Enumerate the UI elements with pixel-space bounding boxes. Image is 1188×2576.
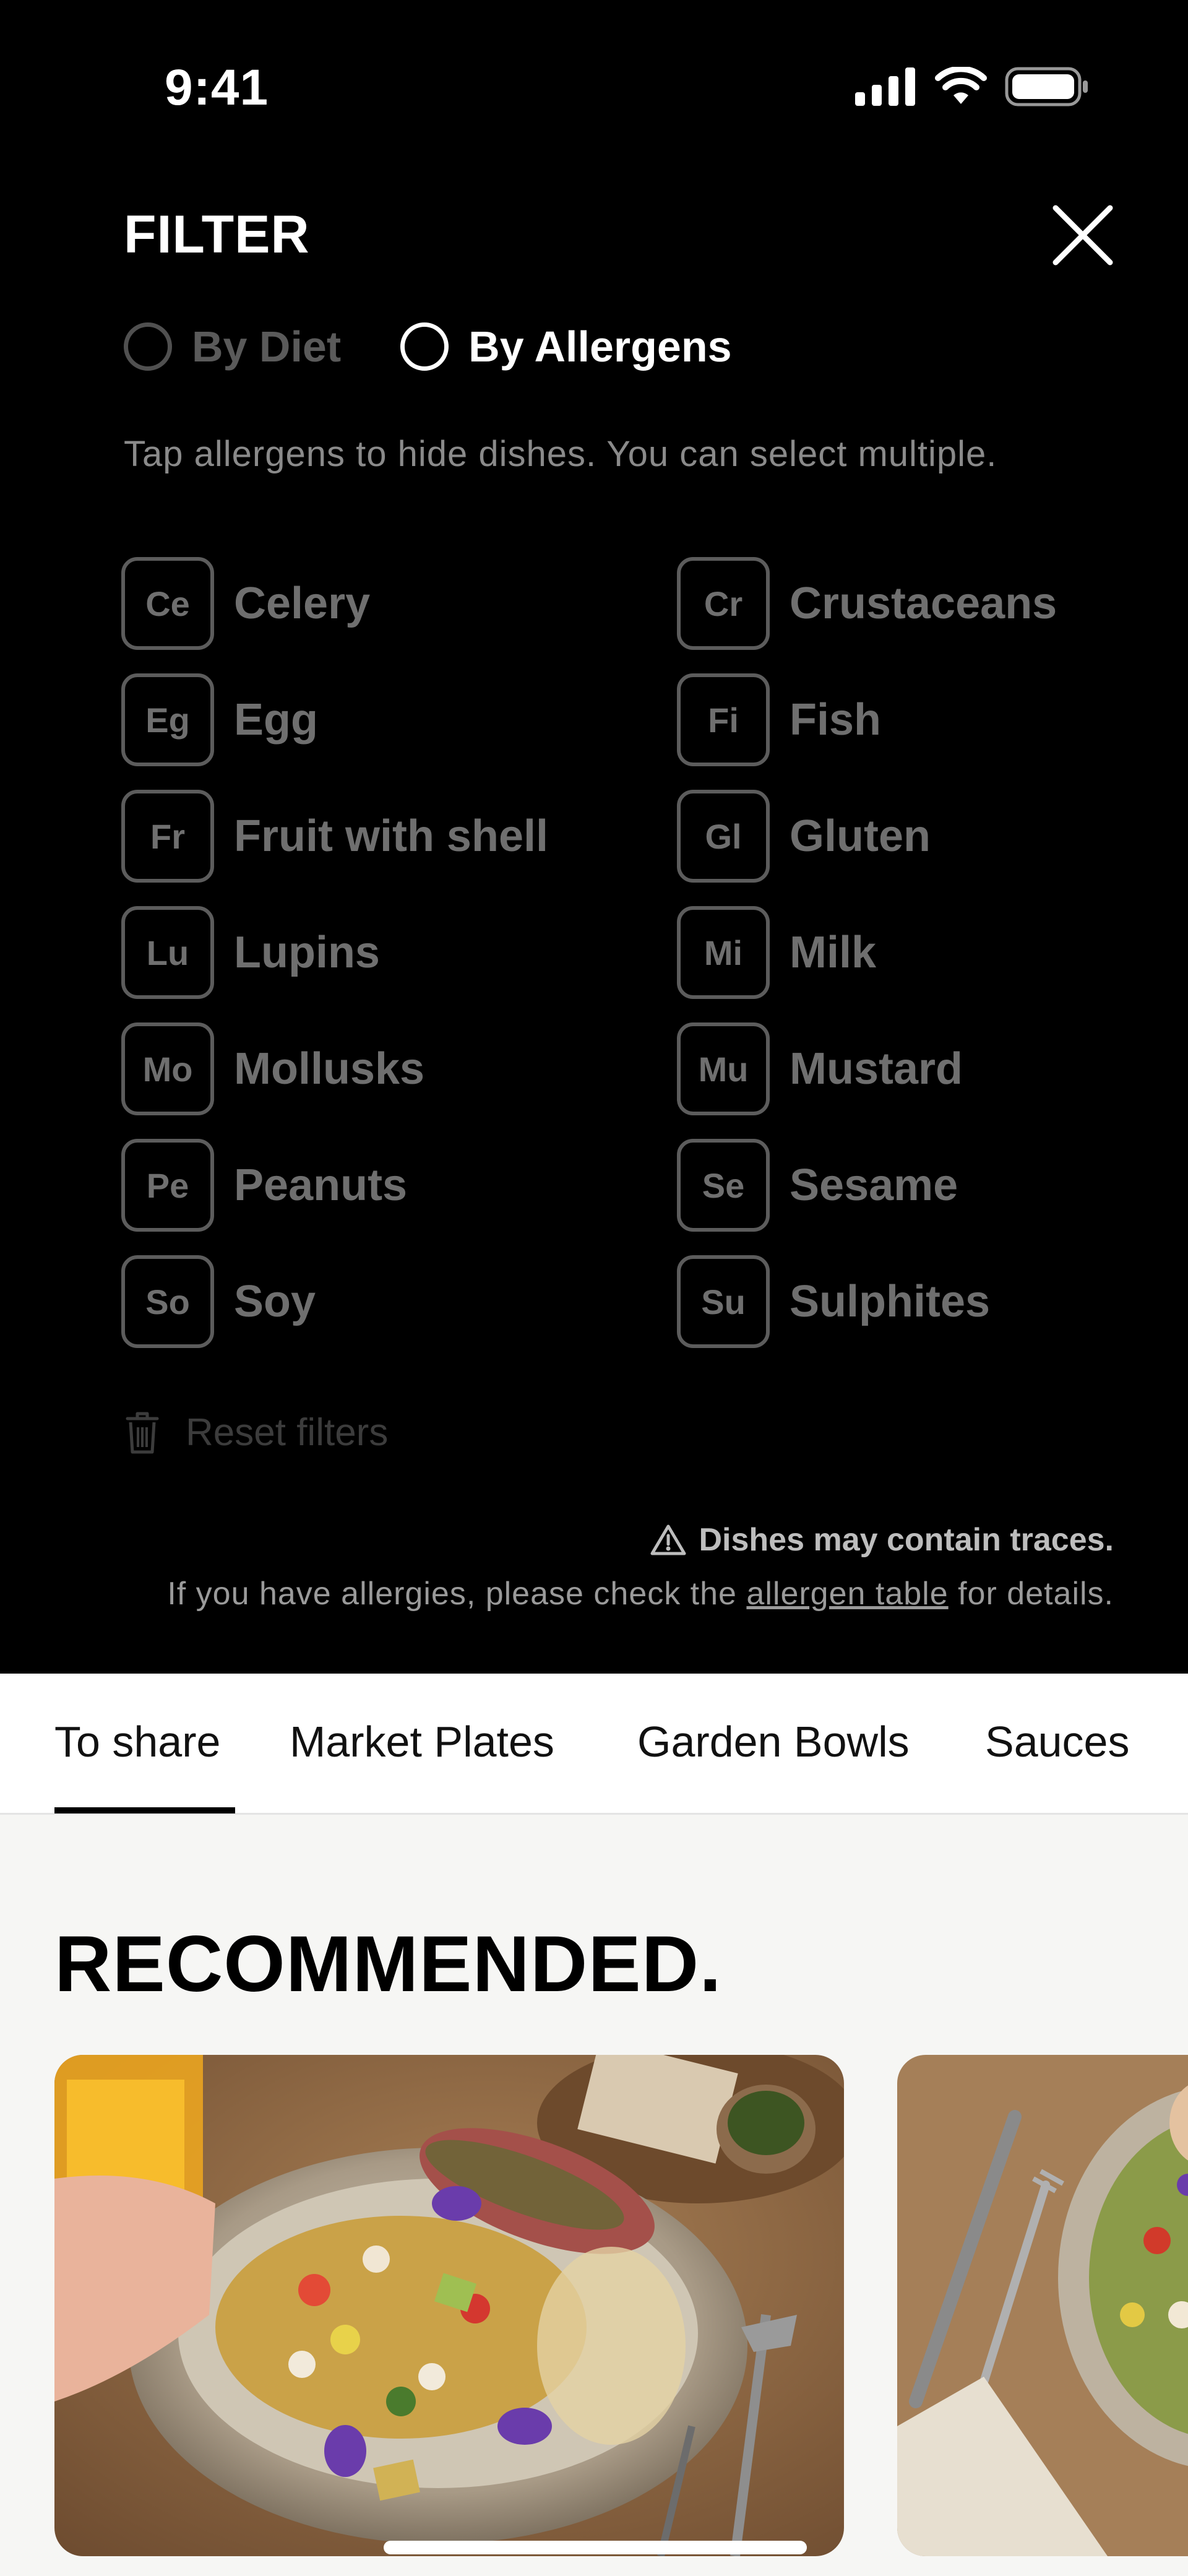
allergen-peanuts[interactable]: Pe Peanuts [121, 1139, 407, 1232]
allergen-sulphites[interactable]: Su Sulphites [677, 1255, 990, 1348]
allergen-badge: Su [677, 1255, 770, 1348]
active-tab-indicator [54, 1807, 235, 1813]
allergen-name: Celery [234, 579, 371, 628]
allergen-gluten[interactable]: Gl Gluten [677, 790, 931, 883]
dish-photo [54, 2055, 844, 2556]
mode-by-diet[interactable]: By Diet [124, 322, 341, 371]
allergen-badge: Lu [121, 906, 214, 999]
allergen-table-link[interactable]: allergen table [746, 1576, 948, 1612]
tab-to-share[interactable]: To share [54, 1717, 220, 1766]
category-tabs: To share Market Plates Garden Bowls Sauc… [0, 1674, 1188, 1815]
section-title: RECOMMENDED. [54, 1920, 722, 2008]
status-icons [855, 67, 1089, 106]
mode-by-allergens[interactable]: By Allergens [400, 322, 732, 371]
allergen-name: Fish [790, 695, 882, 745]
allergen-soy[interactable]: So Soy [121, 1255, 316, 1348]
allergen-badge: Fi [677, 673, 770, 766]
status-bar: 9:41 [0, 0, 1188, 167]
tab-garden-bowls[interactable]: Garden Bowls [637, 1717, 910, 1766]
status-time: 9:41 [165, 59, 269, 116]
allergen-celery[interactable]: Ce Celery [121, 557, 370, 650]
allergen-mustard[interactable]: Mu Mustard [677, 1022, 963, 1115]
allergen-badge: Mi [677, 906, 770, 999]
allergen-name: Fruit with shell [234, 811, 549, 861]
warning-icon [650, 1524, 686, 1555]
battery-icon [1005, 67, 1088, 106]
allergen-fish[interactable]: Fi Fish [677, 673, 881, 766]
allergen-badge: Mu [677, 1022, 770, 1115]
tab-sauces[interactable]: Sauces [985, 1717, 1129, 1766]
allergen-name: Egg [234, 695, 318, 745]
traces-warning: Dishes may contain traces. [650, 1521, 1114, 1558]
allergen-badge: Gl [677, 790, 770, 883]
allergen-name: Lupins [234, 928, 380, 977]
allergen-badge: Ce [121, 557, 214, 650]
allergen-lupins[interactable]: Lu Lupins [121, 906, 380, 999]
allergen-name: Soy [234, 1277, 316, 1326]
allergen-name: Sesame [790, 1160, 958, 1210]
filter-mode-selector: By Diet By Allergens [124, 322, 791, 371]
dish-card[interactable] [54, 2055, 844, 2556]
dish-card[interactable] [897, 2055, 1188, 2556]
disclaimer-prefix: If you have allergies, please check the [167, 1576, 747, 1612]
filter-panel: 9:41 FILTER By Diet By Allergens Tap all… [0, 0, 1188, 1674]
traces-warning-text: Dishes may contain traces. [699, 1522, 1114, 1558]
close-button[interactable] [1052, 204, 1114, 266]
allergen-egg[interactable]: Eg Egg [121, 673, 318, 766]
radio-by-diet[interactable] [124, 322, 172, 371]
trash-icon [126, 1412, 159, 1454]
allergen-name: Mollusks [234, 1044, 425, 1094]
allergen-crustaceans[interactable]: Cr Crustaceans [677, 557, 1057, 650]
reset-filters-button[interactable]: Reset filters [124, 1410, 388, 1454]
close-icon [1052, 205, 1113, 266]
tab-market-plates[interactable]: Market Plates [290, 1717, 554, 1766]
allergen-name: Crustaceans [790, 579, 1057, 628]
allergen-fruit-with-shell[interactable]: Fr Fruit with shell [121, 790, 548, 883]
dish-photo [897, 2055, 1188, 2556]
disclaimer-suffix: for details. [948, 1576, 1114, 1612]
allergen-badge: Pe [121, 1139, 214, 1232]
allergen-name: Sulphites [790, 1277, 991, 1326]
allergen-badge: Cr [677, 557, 770, 650]
allergen-mollusks[interactable]: Mo Mollusks [121, 1022, 424, 1115]
allergen-name: Peanuts [234, 1160, 408, 1210]
mode-label: By Diet [192, 322, 342, 371]
allergy-disclaimer: If you have allergies, please check the … [167, 1575, 1114, 1612]
allergen-name: Mustard [790, 1044, 963, 1094]
allergen-hint: Tap allergens to hide dishes. You can se… [124, 434, 997, 474]
allergen-badge: Se [677, 1139, 770, 1232]
allergen-badge: Mo [121, 1022, 214, 1115]
reset-filters-label: Reset filters [186, 1411, 389, 1454]
allergen-badge: Fr [121, 790, 214, 883]
allergen-sesame[interactable]: Se Sesame [677, 1139, 958, 1232]
allergen-milk[interactable]: Mi Milk [677, 906, 876, 999]
filter-title: FILTER [124, 205, 310, 264]
allergen-name: Gluten [790, 811, 931, 861]
radio-by-allergens[interactable] [400, 322, 449, 371]
cellular-signal-icon [855, 67, 915, 106]
allergen-badge: So [121, 1255, 214, 1348]
home-indicator [384, 2541, 807, 2554]
wifi-icon [935, 67, 987, 104]
mode-label: By Allergens [468, 322, 732, 371]
allergen-badge: Eg [121, 673, 214, 766]
allergen-name: Milk [790, 928, 877, 977]
